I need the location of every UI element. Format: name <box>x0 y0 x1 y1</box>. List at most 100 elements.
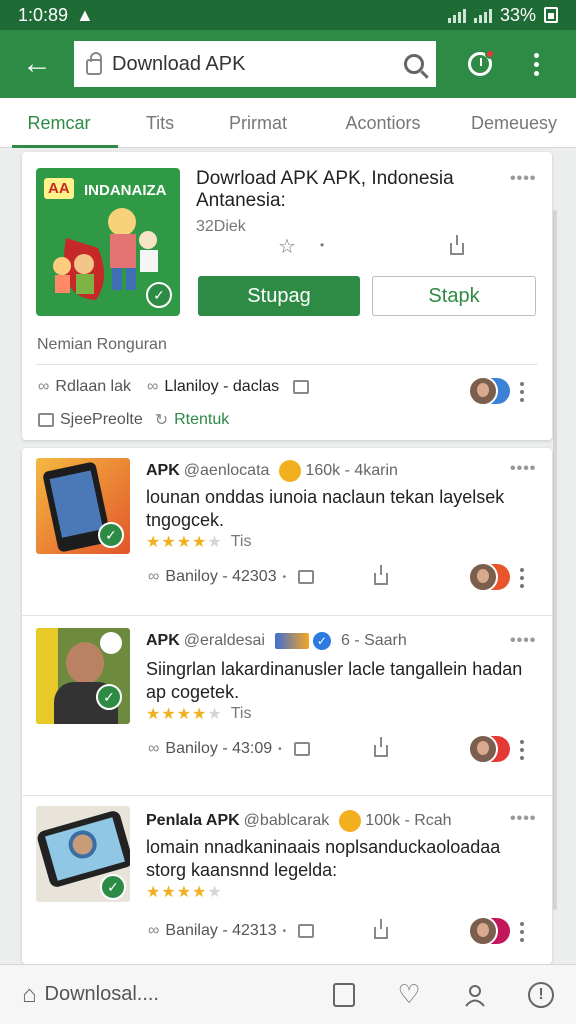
tab-label: Prirmat <box>229 112 287 133</box>
featured-subtitle: Antanesia: <box>196 190 286 211</box>
post-text-line: lomain nnadkaninaais noplsanduckaoloadaa <box>146 837 501 857</box>
emoji-icon <box>339 810 362 832</box>
verified-icon: ✓ <box>312 632 331 650</box>
featured-title: Dowrload APK APK, Indonesia <box>196 168 454 189</box>
user-avatar[interactable] <box>468 734 512 764</box>
post-stats: 160k - 4karin <box>305 462 398 479</box>
post-stats: 6 - Saarh <box>340 632 407 649</box>
featured-count: 32Diek <box>196 218 246 235</box>
tab-remcar[interactable]: Remcar <box>0 98 118 148</box>
list-item[interactable]: ✓ APK @eraldesai ✓ 6 - Saarh •••• Siingr… <box>22 616 552 796</box>
featured-app-card[interactable]: AA INDANAIZA ✓ Dowrload APK APK, Indones… <box>22 152 552 440</box>
divider <box>36 364 538 365</box>
sync-icon: ↻ <box>154 412 169 429</box>
star-outline-icon[interactable]: ☆ <box>278 234 296 259</box>
bottom-nav: ⌂ Downlosal.... ♡ ! <box>0 964 576 1024</box>
post-header: Penlala APK @bablcarak 100k - Rcah <box>146 810 452 832</box>
row-link[interactable]: Rtentuk <box>174 411 229 429</box>
item-more-icon[interactable] <box>520 568 524 588</box>
item-more-icon[interactable] <box>520 382 524 402</box>
search-icon[interactable] <box>404 54 424 74</box>
nav-favorites[interactable]: ♡ <box>376 979 442 1010</box>
install-check-icon: ✓ <box>98 522 124 548</box>
secondary-action-button[interactable]: Stapk <box>372 276 536 316</box>
edit-icon[interactable] <box>293 742 310 756</box>
tab-tits[interactable]: Tits <box>118 98 202 148</box>
user-avatar[interactable] <box>468 916 512 946</box>
rating: ★★★★★ <box>146 882 223 902</box>
share-icon[interactable] <box>374 918 388 942</box>
tab-label: Acontiors <box>345 112 421 133</box>
edit-icon[interactable] <box>293 380 310 394</box>
share-icon[interactable] <box>374 736 388 760</box>
tab-demeuesy[interactable]: Demeuesy <box>452 98 576 148</box>
tab-label: Tits <box>145 112 175 133</box>
dot-separator-icon: • <box>278 743 282 755</box>
post-text-line: ap cogetek. <box>146 682 240 702</box>
edit-icon[interactable] <box>298 924 315 938</box>
post-header: APK @aenlocata 160k - 4karin <box>146 460 398 482</box>
install-check-icon: ✓ <box>96 684 122 710</box>
post-list: ✓ APK @aenlocata 160k - 4karin •••• loun… <box>22 448 552 964</box>
link-icon: ∞ <box>148 740 160 757</box>
edit-icon[interactable] <box>298 570 315 584</box>
nav-apps[interactable] <box>312 982 376 1007</box>
battery-icon <box>544 7 558 23</box>
nav-profile[interactable] <box>442 983 508 1007</box>
nav-home[interactable]: ⌂ Downlosal.... <box>22 981 312 1009</box>
user-avatar[interactable] <box>468 562 512 592</box>
search-input[interactable] <box>112 52 394 76</box>
card-more-icon[interactable]: •••• <box>510 632 536 650</box>
post-brand: APK <box>146 462 180 479</box>
alert-icon: ! <box>528 981 554 1008</box>
meta-text: Baniloy - 42303 <box>165 568 277 585</box>
post-handle[interactable]: @eraldesai <box>184 632 265 650</box>
rating: ★★★★★ Tis <box>146 704 251 724</box>
share-icon[interactable] <box>374 564 388 588</box>
app-bar: ← <box>0 30 576 98</box>
post-text-line: tngogcek. <box>146 510 225 530</box>
card-more-icon[interactable]: •••• <box>510 460 536 478</box>
card-more-icon[interactable]: •••• <box>510 170 536 188</box>
post-stats: 100k - Rcah <box>365 812 452 829</box>
post-text: Siingrlan lakardinanusler lacle tangalle… <box>146 658 522 704</box>
timer-icon <box>468 49 495 76</box>
rating-stars: ★★★★★ <box>146 534 223 551</box>
primary-action-button[interactable]: Stupag <box>198 276 360 316</box>
dot-separator-icon: • <box>320 238 325 252</box>
tab-acontiors[interactable]: Acontiors <box>314 98 452 148</box>
tab-label: Remcar <box>27 112 91 133</box>
heart-icon: ♡ <box>397 979 421 1009</box>
post-thumbnail: ✓ <box>36 806 130 902</box>
search-box[interactable] <box>74 41 436 87</box>
user-avatar[interactable] <box>468 376 512 406</box>
status-time: 1:0:89 <box>18 4 69 25</box>
dot-separator-icon: • <box>282 925 287 937</box>
row-text: SjeePreolte <box>60 411 143 428</box>
post-brand: APK <box>146 632 180 649</box>
post-handle[interactable]: @aenlocata <box>184 462 270 480</box>
tab-prirmat[interactable]: Prirmat <box>202 98 314 148</box>
list-item[interactable]: ✓ Penlala APK @bablcarak 100k - Rcah •••… <box>22 796 552 964</box>
wifi-signal-icon <box>473 7 492 23</box>
nav-alerts[interactable]: ! <box>508 981 574 1008</box>
post-meta: ∞ Baniloy - 43:09 • <box>148 740 310 758</box>
apps-icon <box>333 982 355 1007</box>
item-more-icon[interactable] <box>520 922 524 942</box>
post-handle[interactable]: @bablcarak <box>244 812 330 830</box>
overflow-menu-button[interactable] <box>510 30 562 98</box>
battery-text: 33% <box>499 4 536 25</box>
post-meta: ∞ Baniloy - 42303 • <box>148 568 315 586</box>
post-header: APK @eraldesai ✓ 6 - Saarh <box>146 632 407 650</box>
item-more-icon[interactable] <box>520 740 524 760</box>
emoji-icon <box>279 460 302 482</box>
scrollbar[interactable] <box>553 210 557 910</box>
list-item[interactable]: ✓ APK @aenlocata 160k - 4karin •••• loun… <box>22 448 552 616</box>
more-vert-icon <box>533 52 539 76</box>
link-icon: ∞ <box>38 378 50 395</box>
timer-button[interactable] <box>450 30 510 98</box>
back-arrow-icon[interactable]: ← <box>0 30 74 98</box>
share-icon[interactable] <box>450 234 464 258</box>
card-more-icon[interactable]: •••• <box>510 810 536 828</box>
post-meta: ∞ Banilay - 42313 • <box>148 922 315 940</box>
